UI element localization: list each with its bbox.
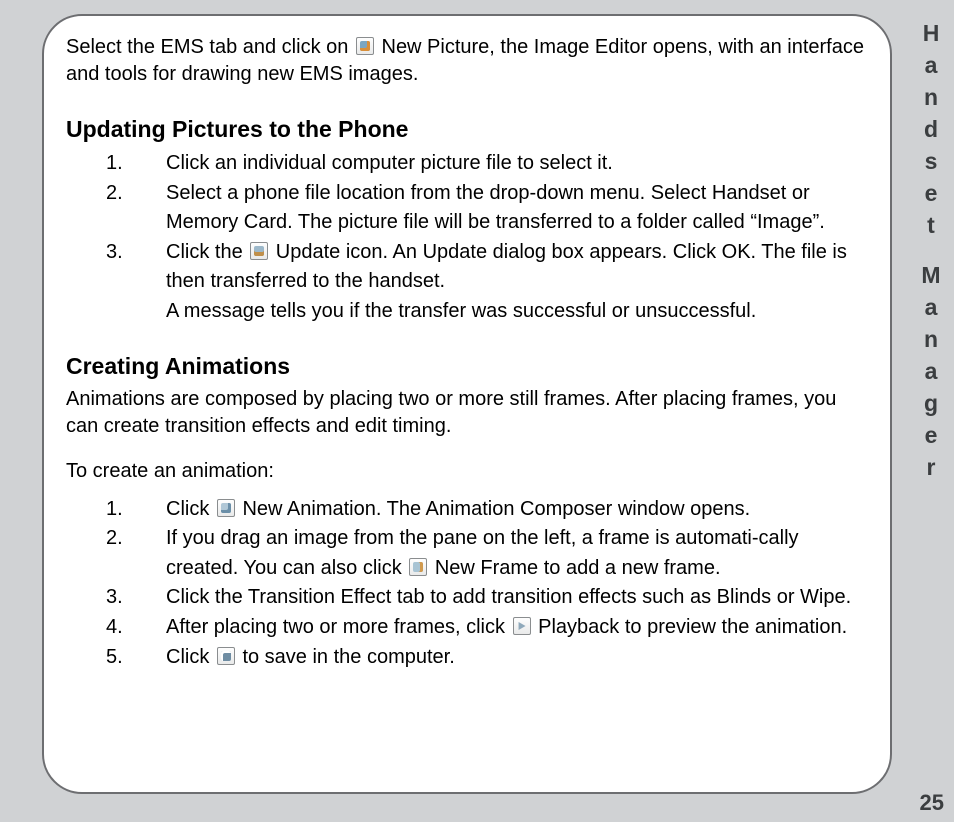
playback-icon bbox=[513, 617, 531, 635]
list-text: Click to save in the computer. bbox=[166, 643, 868, 673]
list-number: 3. bbox=[106, 583, 166, 613]
list-text: Click the Update icon. An Update dialog … bbox=[166, 238, 868, 327]
list-text-pre: Click the bbox=[166, 241, 248, 263]
intro-text-pre: Select the EMS tab and click on bbox=[66, 36, 354, 58]
list-text: After placing two or more frames, click … bbox=[166, 613, 868, 643]
list-text: Click the Transition Effect tab to add t… bbox=[166, 583, 868, 613]
list-number: 3. bbox=[106, 238, 166, 327]
new-picture-icon bbox=[356, 37, 374, 55]
list-text: Select a phone file location from the dr… bbox=[166, 179, 868, 238]
intro-paragraph: Select the EMS tab and click on New Pict… bbox=[66, 34, 868, 88]
new-frame-icon bbox=[409, 558, 427, 576]
page-content: Select the EMS tab and click on New Pict… bbox=[42, 14, 892, 794]
list-text-post: New Animation. The Animation Composer wi… bbox=[237, 498, 750, 520]
sidebar-word1: Handset bbox=[918, 20, 944, 244]
sidebar-word2: Manager bbox=[918, 262, 944, 486]
list-text-post: Update icon. An Update dialog box appear… bbox=[166, 241, 847, 293]
list-text: If you drag an image from the pane on th… bbox=[166, 524, 868, 583]
sidebar-title: Handset Manager bbox=[919, 20, 942, 486]
animations-sub: To create an animation: bbox=[66, 458, 868, 485]
list-text-pre: Click bbox=[166, 498, 215, 520]
save-icon bbox=[217, 647, 235, 665]
list-text-post: New Frame to add a new frame. bbox=[429, 557, 720, 579]
list-text-post: Playback to preview the animation. bbox=[533, 616, 848, 638]
list-text-extra: A message tells you if the transfer was … bbox=[166, 300, 756, 322]
list-item: 3. Click the Update icon. An Update dial… bbox=[106, 238, 868, 327]
list-item: 1. Click New Animation. The Animation Co… bbox=[106, 495, 868, 525]
list-item: 5. Click to save in the computer. bbox=[106, 643, 868, 673]
list-item: 4. After placing two or more frames, cli… bbox=[106, 613, 868, 643]
list-text: Click an individual computer picture fil… bbox=[166, 149, 868, 179]
list-number: 1. bbox=[106, 495, 166, 525]
list-item: 3. Click the Transition Effect tab to ad… bbox=[106, 583, 868, 613]
list-text: Click New Animation. The Animation Compo… bbox=[166, 495, 868, 525]
list-number: 1. bbox=[106, 149, 166, 179]
list-text-pre: After placing two or more frames, click bbox=[166, 616, 511, 638]
section-heading-updating: Updating Pictures to the Phone bbox=[66, 116, 868, 143]
animations-intro: Animations are composed by placing two o… bbox=[66, 386, 868, 440]
list-number: 2. bbox=[106, 524, 166, 583]
list-item: 1. Click an individual computer picture … bbox=[106, 149, 868, 179]
list-text-pre: Click bbox=[166, 646, 215, 668]
list-text-post: to save in the computer. bbox=[237, 646, 455, 668]
new-animation-icon bbox=[217, 499, 235, 517]
animations-list: 1. Click New Animation. The Animation Co… bbox=[106, 495, 868, 673]
section-heading-animations: Creating Animations bbox=[66, 353, 868, 380]
list-item: 2. If you drag an image from the pane on… bbox=[106, 524, 868, 583]
list-number: 4. bbox=[106, 613, 166, 643]
list-number: 2. bbox=[106, 179, 166, 238]
list-number: 5. bbox=[106, 643, 166, 673]
page-number: 25 bbox=[920, 790, 944, 816]
updating-list: 1. Click an individual computer picture … bbox=[106, 149, 868, 327]
list-item: 2. Select a phone file location from the… bbox=[106, 179, 868, 238]
update-icon bbox=[250, 242, 268, 260]
